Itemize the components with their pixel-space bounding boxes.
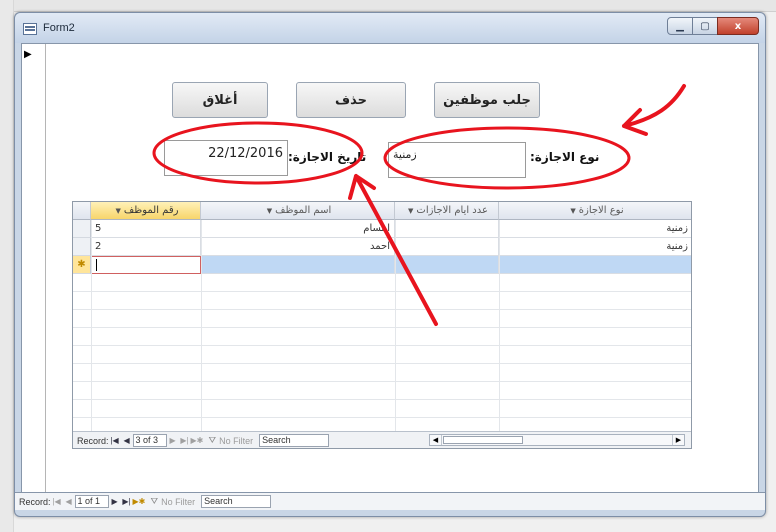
row-selector[interactable]: [73, 220, 91, 238]
empty-grid-line: [73, 310, 691, 328]
new-record-nav-icon[interactable]: ▶✱: [133, 497, 146, 506]
next-record-icon[interactable]: ▶: [109, 497, 121, 506]
minimize-icon: ▁: [676, 20, 684, 32]
no-filter-button[interactable]: ⛛ No Filter: [151, 496, 196, 507]
title-bar[interactable]: Form2 ▁ ▢ x: [15, 13, 765, 43]
cell-days[interactable]: [395, 220, 499, 238]
first-record-icon[interactable]: |◀: [51, 497, 63, 506]
empty-grid-column: [91, 220, 92, 432]
row-selector[interactable]: [73, 238, 91, 256]
cell-emp-name[interactable]: ابتسام: [201, 220, 395, 238]
vacation-type-field[interactable]: زمنية: [388, 142, 526, 178]
maximize-button[interactable]: ▢: [692, 17, 718, 35]
maximize-icon: ▢: [700, 20, 710, 32]
cell-type[interactable]: زمنية: [499, 220, 691, 238]
empty-grid-column: [201, 220, 202, 432]
new-row-cell[interactable]: [499, 256, 691, 274]
dropdown-arrow-icon[interactable]: ▼: [113, 207, 124, 215]
record-selector-icon[interactable]: ▶: [24, 49, 32, 60]
main-navigation-bar: Record: |◀ ◀ 1 of 1 ▶ ▶| ▶✱ ⛛ No Filter S…: [15, 492, 765, 510]
no-filter-button[interactable]: ⛛ No Filter: [209, 435, 254, 446]
cell-days[interactable]: [395, 238, 499, 256]
new-row-cell[interactable]: [201, 256, 395, 274]
empty-grid-line: [73, 292, 691, 310]
minimize-button[interactable]: ▁: [667, 17, 693, 35]
new-record-nav-icon[interactable]: ▶✱: [191, 436, 204, 445]
new-row-cell[interactable]: [395, 256, 499, 274]
dropdown-arrow-icon[interactable]: ▼: [264, 207, 275, 215]
cell-type[interactable]: زمنية: [499, 238, 691, 256]
form-body: ▶ أغلاق حذف جلب موظفين 22/12/2016 تاريخ …: [21, 43, 759, 509]
last-record-icon[interactable]: ▶|: [121, 497, 133, 506]
close-icon: x: [734, 20, 742, 32]
delete-button[interactable]: حذف: [296, 82, 406, 118]
empty-grid-line: [73, 328, 691, 346]
vacation-date-label: تاريخ الاجازة:: [288, 150, 367, 164]
form-icon: [23, 23, 37, 35]
filter-icon: ⛛: [150, 496, 159, 506]
cell-emp-no[interactable]: 5: [91, 220, 201, 238]
first-record-icon[interactable]: |◀: [109, 436, 121, 445]
close-window-button[interactable]: x: [717, 17, 759, 35]
employees-subform-datasheet: ▼ رقم الموظف ▼ اسم الموظف ▼ عدد ايام الاجاز…: [72, 201, 692, 449]
empty-grid-column: [499, 220, 500, 432]
scroll-left-icon[interactable]: ◀: [430, 435, 442, 445]
column-header-type[interactable]: ▼ نوع الاجازة: [499, 202, 691, 220]
empty-grid-line: [73, 346, 691, 364]
empty-grid-line: [73, 274, 691, 292]
background-strip-left: [0, 0, 14, 532]
subform-horizontal-scrollbar[interactable]: ◀ ▶: [429, 434, 685, 446]
empty-grid-column: [395, 220, 396, 432]
empty-grid-line: [73, 400, 691, 418]
column-header-emp-no[interactable]: ▼ رقم الموظف: [91, 202, 201, 220]
window-title: Form2: [43, 22, 75, 34]
previous-record-icon[interactable]: ◀: [121, 436, 133, 445]
cell-emp-name[interactable]: احمد: [201, 238, 395, 256]
fetch-employees-button[interactable]: جلب موظفين: [434, 82, 540, 118]
column-header-days[interactable]: ▼ عدد ايام الاجازات: [395, 202, 499, 220]
select-all-corner[interactable]: [73, 202, 91, 220]
empty-grid-line: [73, 382, 691, 400]
new-record-icon[interactable]: ✱: [73, 256, 91, 274]
close-form-button[interactable]: أغلاق: [172, 82, 268, 118]
record-label: Record:: [19, 496, 51, 507]
cell-emp-no[interactable]: 2: [91, 238, 201, 256]
form2-window: Form2 ▁ ▢ x ▶ أغلاق حذف جلب موظفين 22/12…: [14, 12, 766, 517]
background-strip-top: [0, 0, 776, 12]
previous-record-icon[interactable]: ◀: [63, 497, 75, 506]
text-caret: [96, 259, 97, 271]
record-position-input[interactable]: 1 of 1: [74, 495, 109, 508]
record-label: Record:: [77, 435, 109, 446]
dropdown-arrow-icon[interactable]: ▼: [567, 207, 578, 215]
record-position-input[interactable]: 3 of 3: [132, 434, 167, 447]
record-selector-divider: [45, 44, 46, 496]
scroll-right-icon[interactable]: ▶: [672, 435, 684, 445]
scroll-thumb[interactable]: [443, 436, 523, 444]
window-controls: ▁ ▢ x: [667, 17, 759, 35]
main-search-input[interactable]: Search: [201, 495, 272, 508]
screenshot-page: Form2 ▁ ▢ x ▶ أغلاق حذف جلب موظفين 22/12…: [0, 0, 776, 532]
next-record-icon[interactable]: ▶: [167, 436, 179, 445]
subform-search-input[interactable]: Search: [259, 434, 330, 447]
empty-grid-line: [73, 364, 691, 382]
vacation-type-label: نوع الاجازة:: [530, 150, 600, 164]
dropdown-arrow-icon[interactable]: ▼: [405, 207, 416, 215]
column-header-emp-name[interactable]: ▼ اسم الموظف: [201, 202, 395, 220]
last-record-icon[interactable]: ▶|: [179, 436, 191, 445]
filter-icon: ⛛: [208, 435, 217, 445]
new-row-emp-no-input[interactable]: [91, 256, 201, 274]
vacation-date-field[interactable]: 22/12/2016: [164, 140, 288, 176]
